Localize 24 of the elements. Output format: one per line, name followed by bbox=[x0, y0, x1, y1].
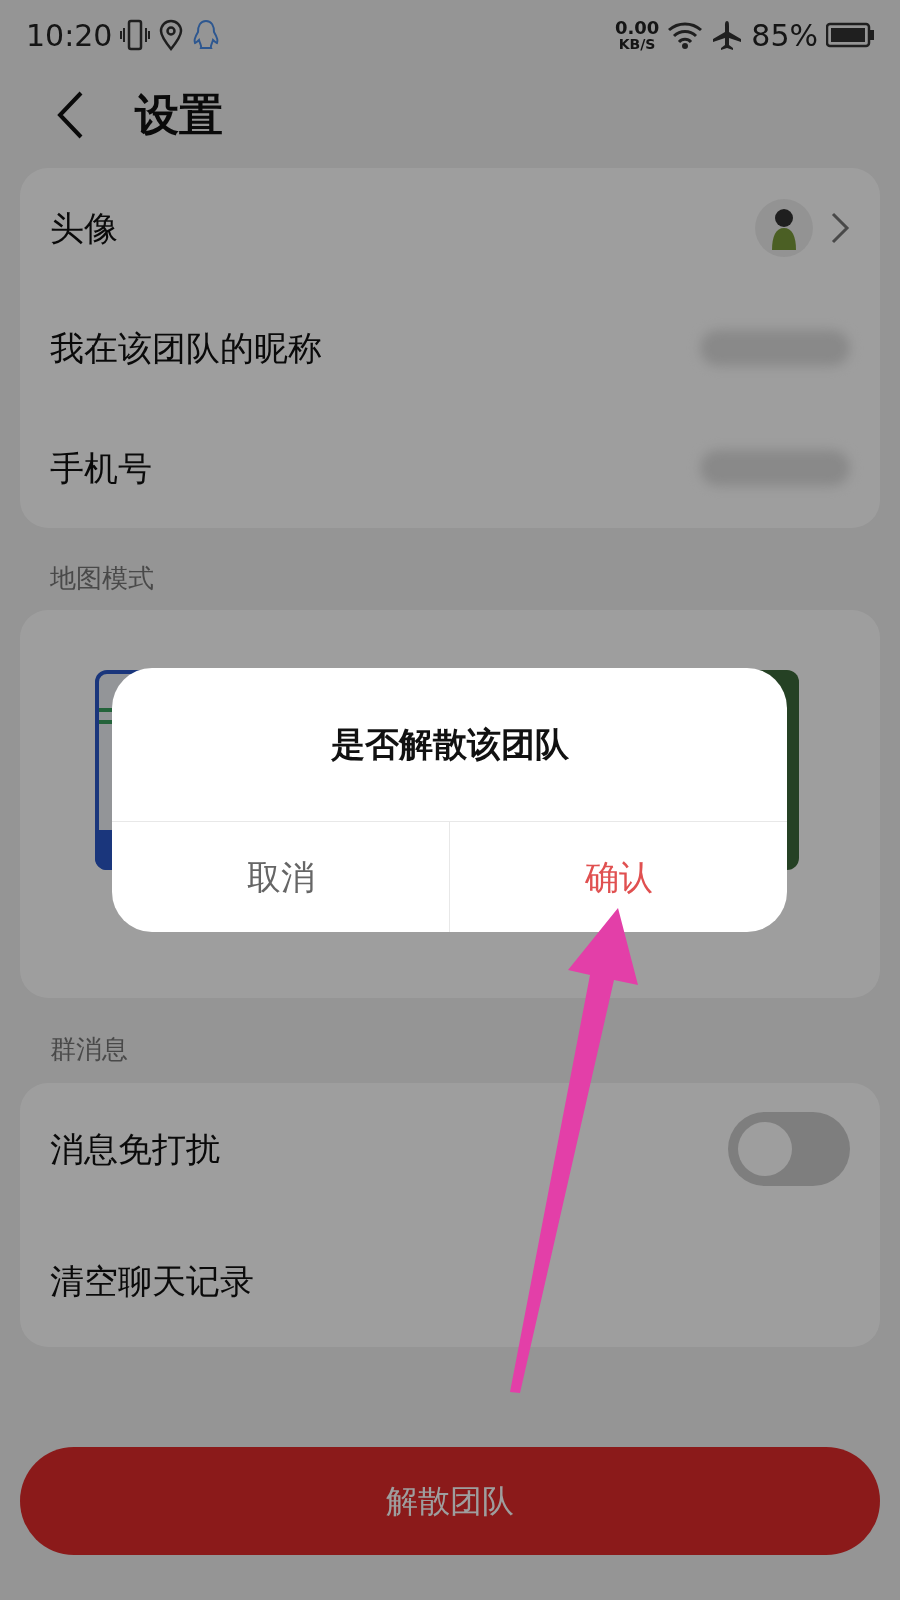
wifi-icon bbox=[667, 20, 704, 50]
battery-icon bbox=[826, 22, 874, 48]
section-label: 群消息 bbox=[50, 1033, 128, 1066]
vibrate-icon bbox=[120, 18, 151, 52]
setting-label: 消息免打扰 bbox=[50, 1127, 220, 1171]
battery-percent: 85% bbox=[751, 16, 818, 55]
location-icon bbox=[158, 19, 185, 51]
penguin-icon bbox=[192, 18, 221, 52]
section-label: 地图模式 bbox=[50, 562, 154, 595]
setting-label: 手机号 bbox=[50, 446, 152, 490]
avatar-figure bbox=[754, 198, 814, 258]
speed-value: 0.00 bbox=[614, 19, 660, 37]
setting-label: 我在该团队的昵称 bbox=[50, 326, 322, 370]
chevron-right-icon[interactable] bbox=[830, 211, 850, 245]
clock-text: 10:20 bbox=[26, 16, 113, 55]
airplane-icon bbox=[711, 19, 744, 51]
dialog-title: 是否解散该团队 bbox=[112, 668, 787, 822]
page-title: 设置 bbox=[135, 88, 223, 142]
back-icon[interactable] bbox=[55, 90, 85, 140]
disband-team-button[interactable]: 解散团队 bbox=[20, 1447, 880, 1555]
speed-unit: KB/S bbox=[618, 37, 656, 51]
setting-label: 清空聊天记录 bbox=[50, 1259, 254, 1303]
setting-label: 头像 bbox=[50, 206, 118, 250]
dialog-cancel-button[interactable]: 取消 bbox=[112, 822, 449, 932]
